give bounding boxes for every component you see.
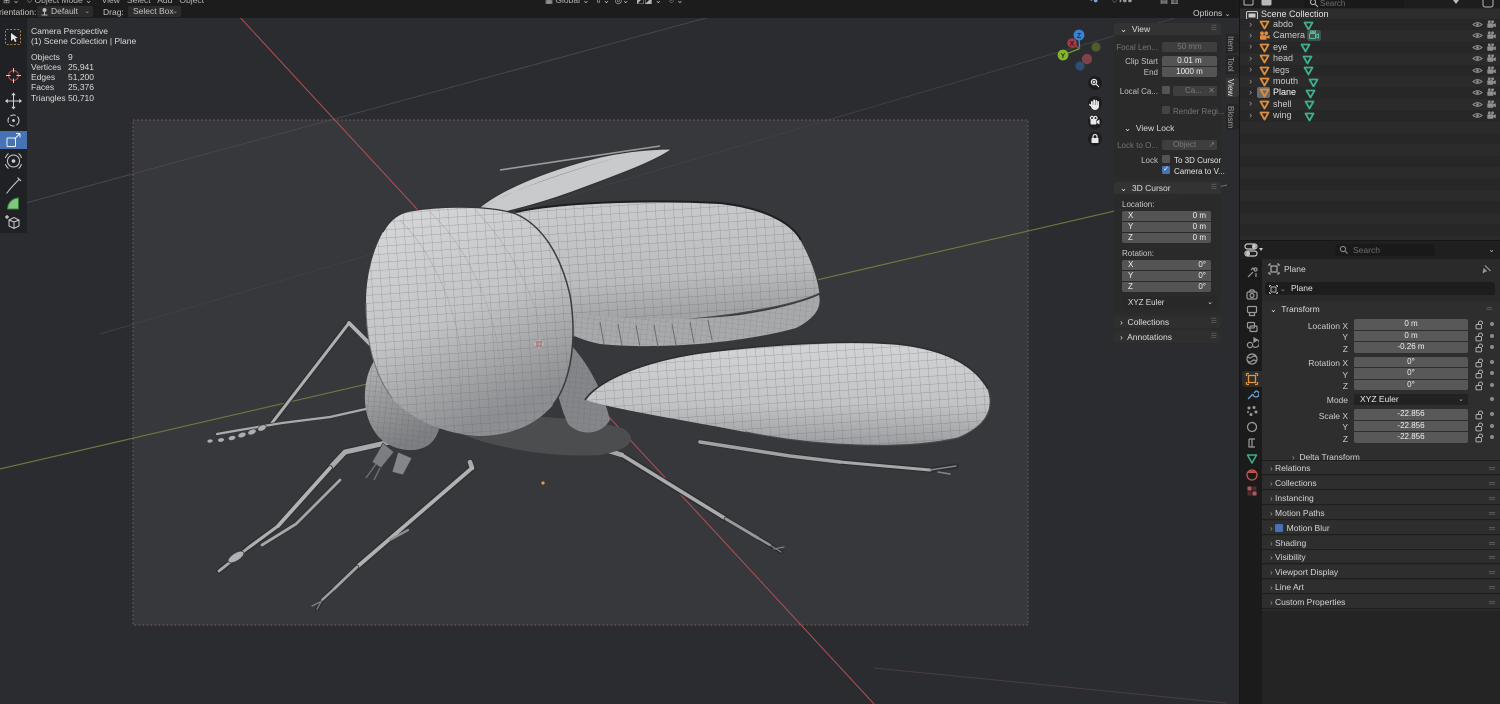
svg-text:Z: Z <box>1077 33 1082 40</box>
svg-text:Y: Y <box>1061 53 1066 60</box>
svg-text:X: X <box>1070 41 1075 48</box>
